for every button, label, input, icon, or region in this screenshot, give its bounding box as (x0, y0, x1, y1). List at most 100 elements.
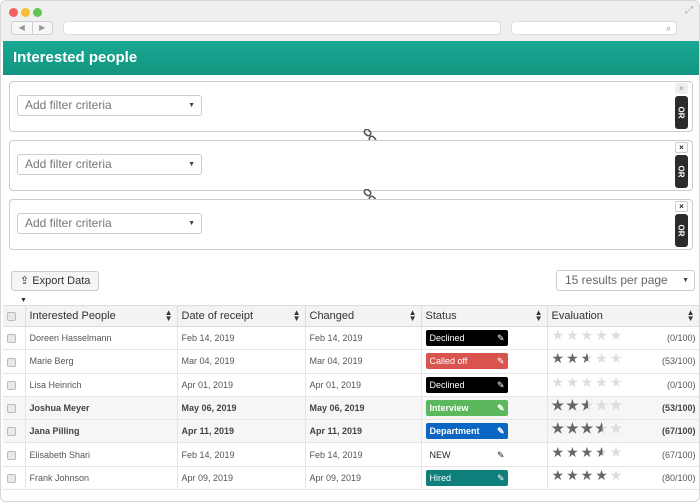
pencil-icon[interactable]: ✎ (497, 423, 505, 439)
or-button[interactable]: OR (675, 214, 688, 247)
pencil-icon[interactable]: ✎ (497, 330, 505, 346)
person-name-cell[interactable]: Joshua Meyer (25, 396, 178, 421)
pencil-icon[interactable]: ✎ (497, 447, 505, 463)
pencil-icon[interactable]: ✎ (497, 353, 505, 369)
star-rating[interactable]: ★★★★★ (552, 467, 625, 484)
table-row[interactable]: Lisa Heinrich Apr 01, 2019 Apr 01, 2019 Dec… (3, 373, 699, 397)
evaluation-cell: ★★★★★ (67/100) (547, 442, 699, 467)
row-checkbox[interactable] (7, 380, 16, 390)
column-header-name[interactable]: Interested People ▲ ▼ (25, 305, 178, 327)
star-rating[interactable]: ★★★★★ (552, 420, 625, 437)
or-button[interactable]: OR (675, 96, 688, 129)
status-badge[interactable]: Department ✎ (425, 423, 508, 440)
back-icon[interactable]: ◀ (12, 22, 32, 34)
changed-date-cell: Apr 11, 2019 (305, 419, 422, 444)
close-window-dot[interactable] (9, 8, 18, 17)
column-header-status[interactable]: Status ▲ ▼ (421, 305, 548, 327)
evaluation-cell: ★★★★★ (67/100) (547, 419, 699, 444)
remove-filter-button[interactable]: × (675, 142, 688, 153)
column-header-changed[interactable]: Changed ▲ ▼ (305, 305, 422, 327)
row-select-cell (3, 396, 26, 421)
select-all-checkbox[interactable] (7, 311, 16, 321)
star-icon: ★ (551, 443, 567, 460)
row-checkbox[interactable] (7, 404, 16, 414)
status-badge[interactable]: Called off ✎ (425, 353, 508, 370)
column-header-date-of-receipt[interactable]: Date of receipt ▲ ▼ (177, 305, 306, 327)
date-of-receipt-cell: Apr 11, 2019 (177, 419, 306, 444)
filter-group-1: Add filter criteria ▼ × OR (9, 81, 693, 132)
status-badge[interactable]: NEW ✎ (425, 446, 508, 463)
status-cell: Department ✎ (421, 419, 548, 444)
or-button[interactable]: OR (675, 155, 688, 188)
sort-icon[interactable]: ▲ ▼ (535, 309, 543, 323)
row-select-cell (3, 349, 26, 374)
date-of-receipt-cell: Apr 01, 2019 (177, 373, 306, 397)
table-row[interactable]: Marie Berg Mar 04, 2019 Mar 04, 2019 Called… (3, 349, 699, 374)
star-icon: ★ (566, 327, 581, 344)
star-icon: ★ (580, 397, 596, 414)
star-icon: ★ (595, 327, 610, 344)
column-label: Date of receipt (181, 310, 254, 322)
expand-icon[interactable]: ⤢ (685, 5, 693, 16)
chevron-down-icon: ▼ (188, 102, 195, 109)
status-badge[interactable]: Hired ✎ (425, 469, 508, 486)
table-row[interactable]: Joshua Meyer May 06, 2019 May 06, 2019 Inte… (3, 396, 699, 421)
address-bar[interactable] (63, 21, 501, 35)
table-row[interactable]: Jana Pilling Apr 11, 2019 Apr 11, 2019 Depa… (3, 419, 699, 444)
status-badge[interactable]: Declined ✎ (425, 376, 508, 393)
evaluation-cell: ★★★★★ (53/100) (547, 396, 699, 421)
star-rating[interactable]: ★★★★★ (552, 444, 625, 461)
remove-filter-button[interactable]: × (675, 83, 688, 94)
sort-icon[interactable]: ▲ ▼ (293, 309, 301, 323)
sort-icon[interactable]: ▲ ▼ (165, 309, 173, 323)
status-cell: NEW ✎ (421, 442, 548, 467)
star-rating[interactable]: ★★★★★ (552, 350, 625, 367)
star-rating[interactable]: ★★★★★ (552, 374, 625, 391)
changed-date-cell: Feb 14, 2019 (305, 326, 422, 351)
results-per-page-label: 15 results per page (565, 273, 668, 287)
forward-icon[interactable]: ▶ (31, 22, 53, 34)
table-row[interactable]: Doreen Hasselmann Feb 14, 2019 Feb 14, 201… (3, 326, 699, 351)
filter-criteria-select[interactable]: Add filter criteria ▼ (17, 213, 202, 234)
minimize-window-dot[interactable] (21, 8, 30, 17)
person-name-cell[interactable]: Lisa Heinrich (25, 373, 178, 397)
changed-date-cell: Apr 01, 2019 (305, 373, 422, 397)
star-rating[interactable]: ★★★★★ (552, 327, 625, 344)
export-data-button[interactable]: ⇪ Export Data ▼ (11, 271, 99, 304)
filter-placeholder: Add filter criteria (25, 157, 112, 171)
browser-search-bar[interactable]: ⌕ (511, 21, 677, 35)
or-label: OR (676, 224, 686, 237)
person-name-cell[interactable]: Elisabeth Shari (25, 442, 178, 467)
remove-filter-button[interactable]: × (675, 201, 688, 212)
sort-icon[interactable]: ▲ ▼ (687, 309, 695, 323)
row-checkbox[interactable] (7, 450, 16, 460)
changed-date-cell: Apr 09, 2019 (305, 466, 422, 491)
date-of-receipt-cell: Apr 09, 2019 (177, 466, 306, 491)
row-checkbox[interactable] (7, 357, 16, 367)
person-name-cell[interactable]: Jana Pilling (25, 419, 178, 444)
filter-criteria-select[interactable]: Add filter criteria ▼ (17, 154, 202, 175)
maximize-window-dot[interactable] (33, 8, 42, 17)
evaluation-score: (67/100) (661, 426, 696, 437)
filter-criteria-select[interactable]: Add filter criteria ▼ (17, 95, 202, 116)
status-badge[interactable]: Declined ✎ (425, 330, 508, 347)
person-name-cell[interactable]: Marie Berg (25, 349, 178, 374)
pencil-icon[interactable]: ✎ (497, 377, 505, 393)
row-checkbox[interactable] (7, 334, 16, 344)
star-rating[interactable]: ★★★★★ (552, 397, 625, 414)
person-name-cell[interactable]: Frank Johnson (25, 466, 178, 491)
table-row[interactable]: Elisabeth Shari Feb 14, 2019 Feb 14, 2019 N… (3, 442, 699, 467)
pencil-icon[interactable]: ✎ (497, 400, 505, 416)
status-badge[interactable]: Interview ✎ (425, 400, 508, 417)
column-header-evaluation[interactable]: Evaluation ▲ ▼ (547, 305, 699, 327)
column-label: Changed (309, 310, 355, 322)
pencil-icon[interactable]: ✎ (497, 470, 505, 486)
row-checkbox[interactable] (7, 427, 16, 437)
results-per-page-select[interactable]: 15 results per page ▼ (556, 270, 695, 291)
table-row[interactable]: Frank Johnson Apr 09, 2019 Apr 09, 2019 Hir… (3, 466, 699, 491)
sort-icon[interactable]: ▲ ▼ (409, 309, 417, 323)
person-name-cell[interactable]: Doreen Hasselmann (25, 326, 178, 351)
row-checkbox[interactable] (7, 473, 16, 483)
row-select-cell (3, 326, 26, 351)
status-cell: Hired ✎ (421, 466, 548, 491)
